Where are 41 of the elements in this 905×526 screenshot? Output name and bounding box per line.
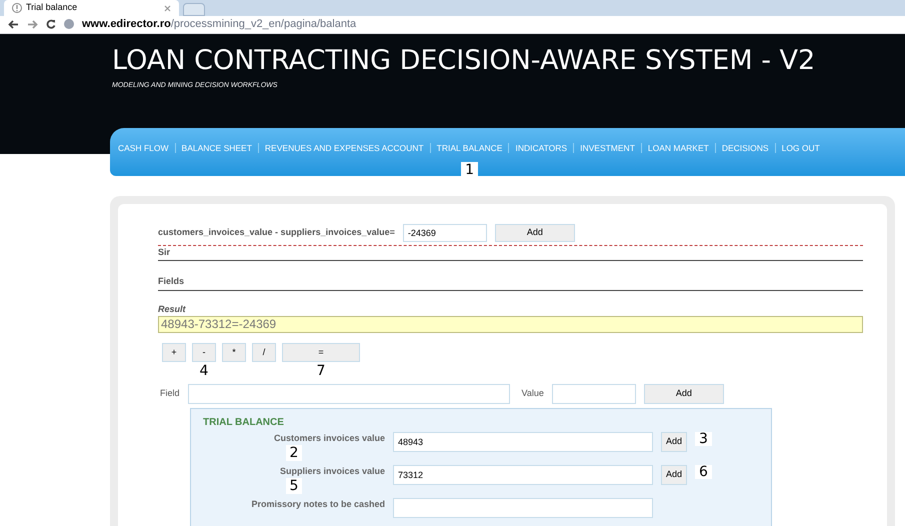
step-number: 2 [286, 445, 302, 461]
add-button[interactable]: Add [494, 224, 575, 242]
add-button[interactable]: Add [644, 384, 724, 404]
operator-button[interactable]: = [282, 343, 360, 362]
row-label: Promissory notes to be cashed [251, 498, 385, 511]
close-icon[interactable] [164, 4, 171, 12]
step-number: 3 [695, 432, 712, 446]
section-label: Fields [158, 276, 184, 286]
info-icon [12, 3, 22, 13]
formula-label: customers_invoices_value - suppliers_invoices_value= [158, 226, 395, 239]
add-button[interactable]: Add [661, 464, 688, 484]
field-label: Field [160, 386, 180, 400]
section-label: Sir [158, 246, 170, 256]
field-input[interactable] [188, 384, 510, 404]
step-number: 1 [461, 162, 478, 178]
row-label: Customers invoices value [274, 432, 385, 444]
operator-button[interactable]: / [252, 343, 276, 362]
add-button[interactable]: Add [661, 432, 688, 452]
reload-icon[interactable] [46, 19, 56, 30]
result-label: Result [158, 302, 187, 316]
formula-field[interactable]: -24369 [402, 224, 487, 242]
value-input[interactable]: 48943 [393, 432, 653, 452]
value-input[interactable]: 73312 [393, 464, 653, 484]
value-input[interactable] [552, 384, 636, 404]
row-label: Suppliers invoices value [280, 464, 385, 478]
forward-arrow-icon[interactable] [27, 20, 38, 29]
operator-button[interactable]: - [192, 343, 216, 362]
tab-title: Trial balance [26, 1, 78, 14]
new-tab-button[interactable] [183, 3, 205, 16]
value-input[interactable] [393, 498, 653, 518]
value-label: Value [522, 386, 544, 400]
step-number: 5 [286, 478, 302, 494]
operator-button[interactable]: * [222, 343, 246, 362]
browser-tab[interactable]: Trial balance [4, 0, 179, 16]
step-number: 6 [695, 464, 712, 478]
panel-title: TRIAL BALANCE [203, 416, 285, 428]
result-field: 48943-73312=-24369 [158, 316, 863, 333]
site-title: LOAN CONTRACTING DECISION-AWARE SYSTEM - V2 [112, 44, 816, 78]
operator-button[interactable]: + [162, 343, 186, 362]
address-bar[interactable]: www.edirector.ro/processmining_v2_en/pagina/balanta [82, 16, 356, 32]
back-arrow-icon[interactable] [8, 20, 19, 29]
